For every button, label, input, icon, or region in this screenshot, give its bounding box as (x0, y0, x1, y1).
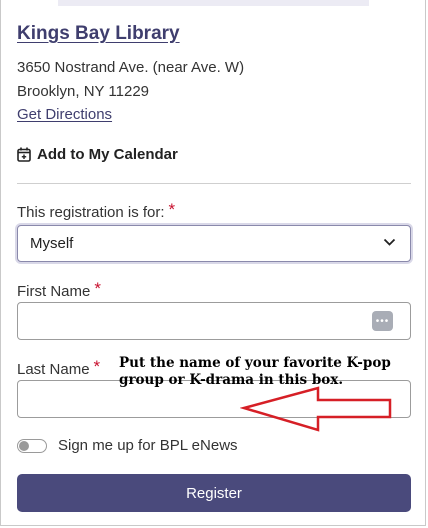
toggle-knob (19, 440, 29, 451)
registration-for-select[interactable]: Myself (17, 225, 411, 262)
annotation-line-1: Put the name of your favorite K-pop (119, 355, 391, 371)
password-manager-icon[interactable]: ••• (372, 311, 393, 331)
section-divider (17, 183, 411, 184)
required-marker: * (168, 200, 176, 219)
first-name-input[interactable] (17, 302, 411, 340)
registration-for-selected-value: Myself (30, 235, 74, 252)
registration-for-label: This registration is for: * (17, 200, 176, 222)
annotation-arrow-icon (240, 386, 392, 432)
top-image-edge (58, 0, 369, 6)
address-line-2: Brooklyn, NY 11229 (17, 83, 150, 100)
register-button[interactable]: Register (17, 474, 411, 512)
add-to-calendar-label: Add to My Calendar (37, 146, 178, 163)
last-name-label-text: Last Name (17, 361, 90, 378)
add-to-calendar-button[interactable]: Add to My Calendar (17, 146, 178, 163)
first-name-label-text: First Name (17, 283, 91, 300)
annotation-note: Put the name of your favorite K-pop grou… (119, 355, 399, 389)
enews-toggle-label: Sign me up for BPL eNews (58, 437, 238, 454)
required-marker: * (94, 279, 101, 298)
registration-for-label-text: This registration is for: (17, 204, 165, 221)
address-line-1: 3650 Nostrand Ave. (near Ave. W) (17, 59, 245, 76)
required-marker: * (93, 357, 101, 376)
last-name-label: Last Name * (17, 357, 101, 379)
enews-toggle[interactable] (17, 438, 47, 453)
enews-toggle-row[interactable]: Sign me up for BPL eNews (17, 437, 238, 454)
calendar-plus-icon (17, 147, 31, 162)
chevron-down-icon (383, 238, 396, 246)
get-directions-link[interactable]: Get Directions (17, 106, 112, 123)
first-name-label: First Name * (17, 279, 101, 301)
branch-name-link[interactable]: Kings Bay Library (17, 23, 180, 45)
